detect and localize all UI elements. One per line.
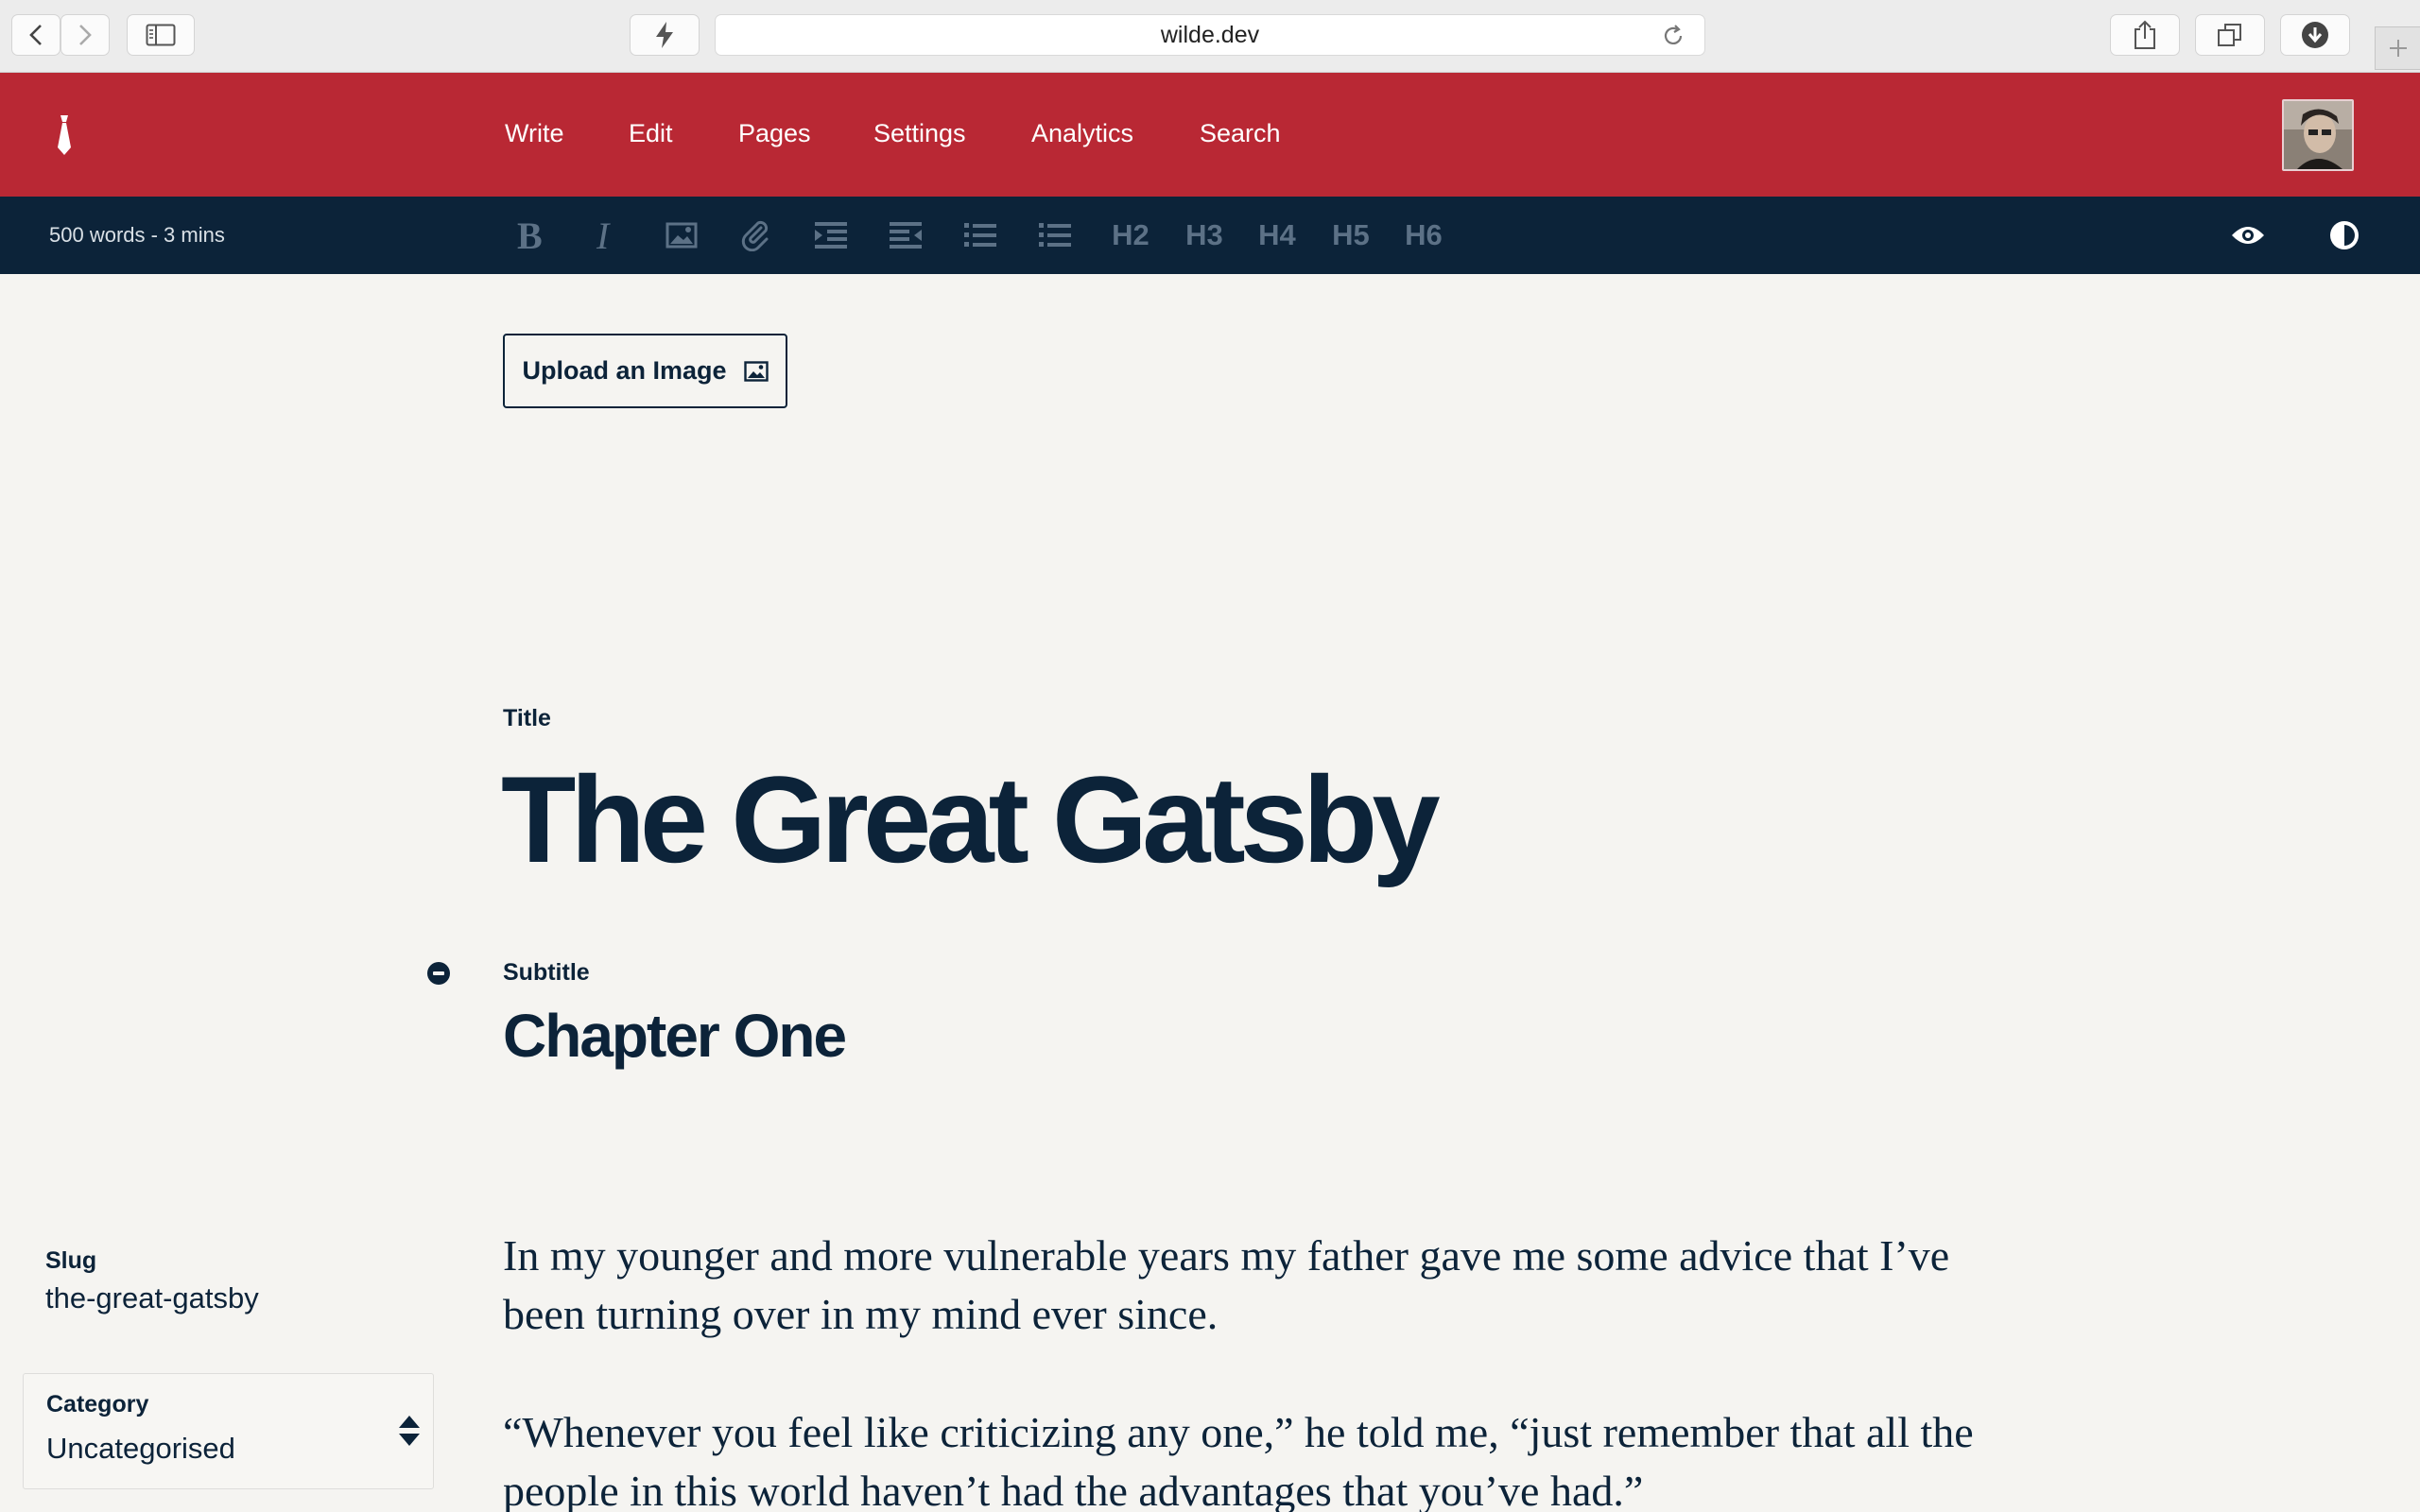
chevron-right-icon (79, 25, 92, 45)
body-paragraph[interactable]: “Whenever you feel like criticizing any … (503, 1403, 1996, 1512)
contrast-toggle-icon (2330, 221, 2359, 249)
attachment-icon (741, 220, 769, 251)
post-title[interactable]: The Great Gatsby (501, 748, 1441, 890)
nav-pages[interactable]: Pages (738, 118, 811, 148)
share-button[interactable] (2110, 14, 2180, 56)
indent-icon (815, 222, 847, 249)
heading-h5-button[interactable]: H5 (1327, 215, 1374, 255)
select-arrows-icon (399, 1416, 420, 1446)
reload-icon[interactable] (1661, 24, 1685, 48)
contrast-toggle-button[interactable] (2324, 215, 2365, 255)
downloads-button[interactable] (2280, 14, 2350, 56)
chevron-left-icon (29, 25, 42, 45)
nav-search[interactable]: Search (1200, 118, 1281, 148)
lightning-icon (656, 22, 673, 48)
numbered-list-icon (1039, 223, 1071, 247)
upload-image-button[interactable]: Upload an Image (503, 334, 787, 408)
remove-subtitle-icon[interactable] (427, 962, 450, 985)
title-label: Title (503, 705, 551, 731)
tie-logo-icon[interactable] (51, 113, 78, 162)
browser-chrome: wilde.dev (0, 0, 2420, 73)
bulleted-list-icon (964, 223, 996, 247)
upload-image-label: Upload an Image (522, 356, 727, 385)
address-bar[interactable]: wilde.dev (715, 14, 1705, 56)
nav-settings[interactable]: Settings (873, 118, 966, 148)
tabs-button[interactable] (2195, 14, 2265, 56)
editor-toolbar: 500 words - 3 mins B I H2 H3 H4 H5 H6 (0, 197, 2420, 274)
bulleted-list-button[interactable] (959, 215, 1002, 255)
tabs-icon (2218, 24, 2241, 46)
app-header: Write Edit Pages Settings Analytics Sear… (0, 73, 2420, 197)
share-icon (2135, 20, 2155, 49)
slug-label: Slug (45, 1247, 97, 1274)
bold-button[interactable]: B (510, 215, 552, 255)
italic-icon: I (596, 218, 611, 252)
indent-button[interactable] (809, 215, 853, 255)
reader-bolt-button[interactable] (630, 14, 700, 56)
new-tab-button[interactable] (2375, 26, 2420, 70)
numbered-list-button[interactable] (1033, 215, 1077, 255)
forward-button[interactable] (60, 14, 110, 56)
avatar[interactable] (2282, 99, 2354, 171)
sidebar-toggle-button[interactable] (127, 14, 195, 56)
nav-write[interactable]: Write (505, 118, 564, 148)
back-button[interactable] (11, 14, 60, 56)
attach-button[interactable] (735, 215, 778, 255)
insert-image-button[interactable] (660, 215, 703, 255)
preview-button[interactable] (2227, 215, 2269, 255)
category-select[interactable]: Category Uncategorised (23, 1373, 434, 1489)
url-text: wilde.dev (1160, 21, 1260, 48)
slug-field[interactable]: the-great-gatsby (45, 1281, 259, 1315)
heading-h3-button[interactable]: H3 (1181, 215, 1228, 255)
image-icon (666, 222, 698, 249)
outdent-button[interactable] (884, 215, 927, 255)
plus-icon (2389, 40, 2407, 57)
user-photo-icon (2284, 101, 2352, 169)
sidebar-icon (146, 24, 176, 46)
subtitle-label: Subtitle (503, 959, 590, 986)
nav-edit[interactable]: Edit (629, 118, 673, 148)
svg-text:I: I (596, 218, 611, 252)
nav-analytics[interactable]: Analytics (1031, 118, 1133, 148)
heading-h6-button[interactable]: H6 (1400, 215, 1447, 255)
download-icon (2302, 22, 2328, 48)
heading-h4-button[interactable]: H4 (1253, 215, 1301, 255)
word-count: 500 words - 3 mins (49, 223, 225, 247)
preview-eye-icon (2232, 227, 2264, 244)
heading-h2-button[interactable]: H2 (1107, 215, 1154, 255)
category-label: Category (46, 1391, 149, 1418)
outdent-icon (890, 222, 922, 249)
category-value: Uncategorised (46, 1432, 235, 1465)
svg-text:B: B (517, 218, 543, 252)
post-subtitle[interactable]: Chapter One (503, 996, 847, 1075)
bold-icon: B (517, 218, 543, 252)
italic-button[interactable]: I (586, 215, 628, 255)
body-paragraph[interactable]: In my younger and more vulnerable years … (503, 1227, 1996, 1344)
image-icon (743, 360, 769, 382)
